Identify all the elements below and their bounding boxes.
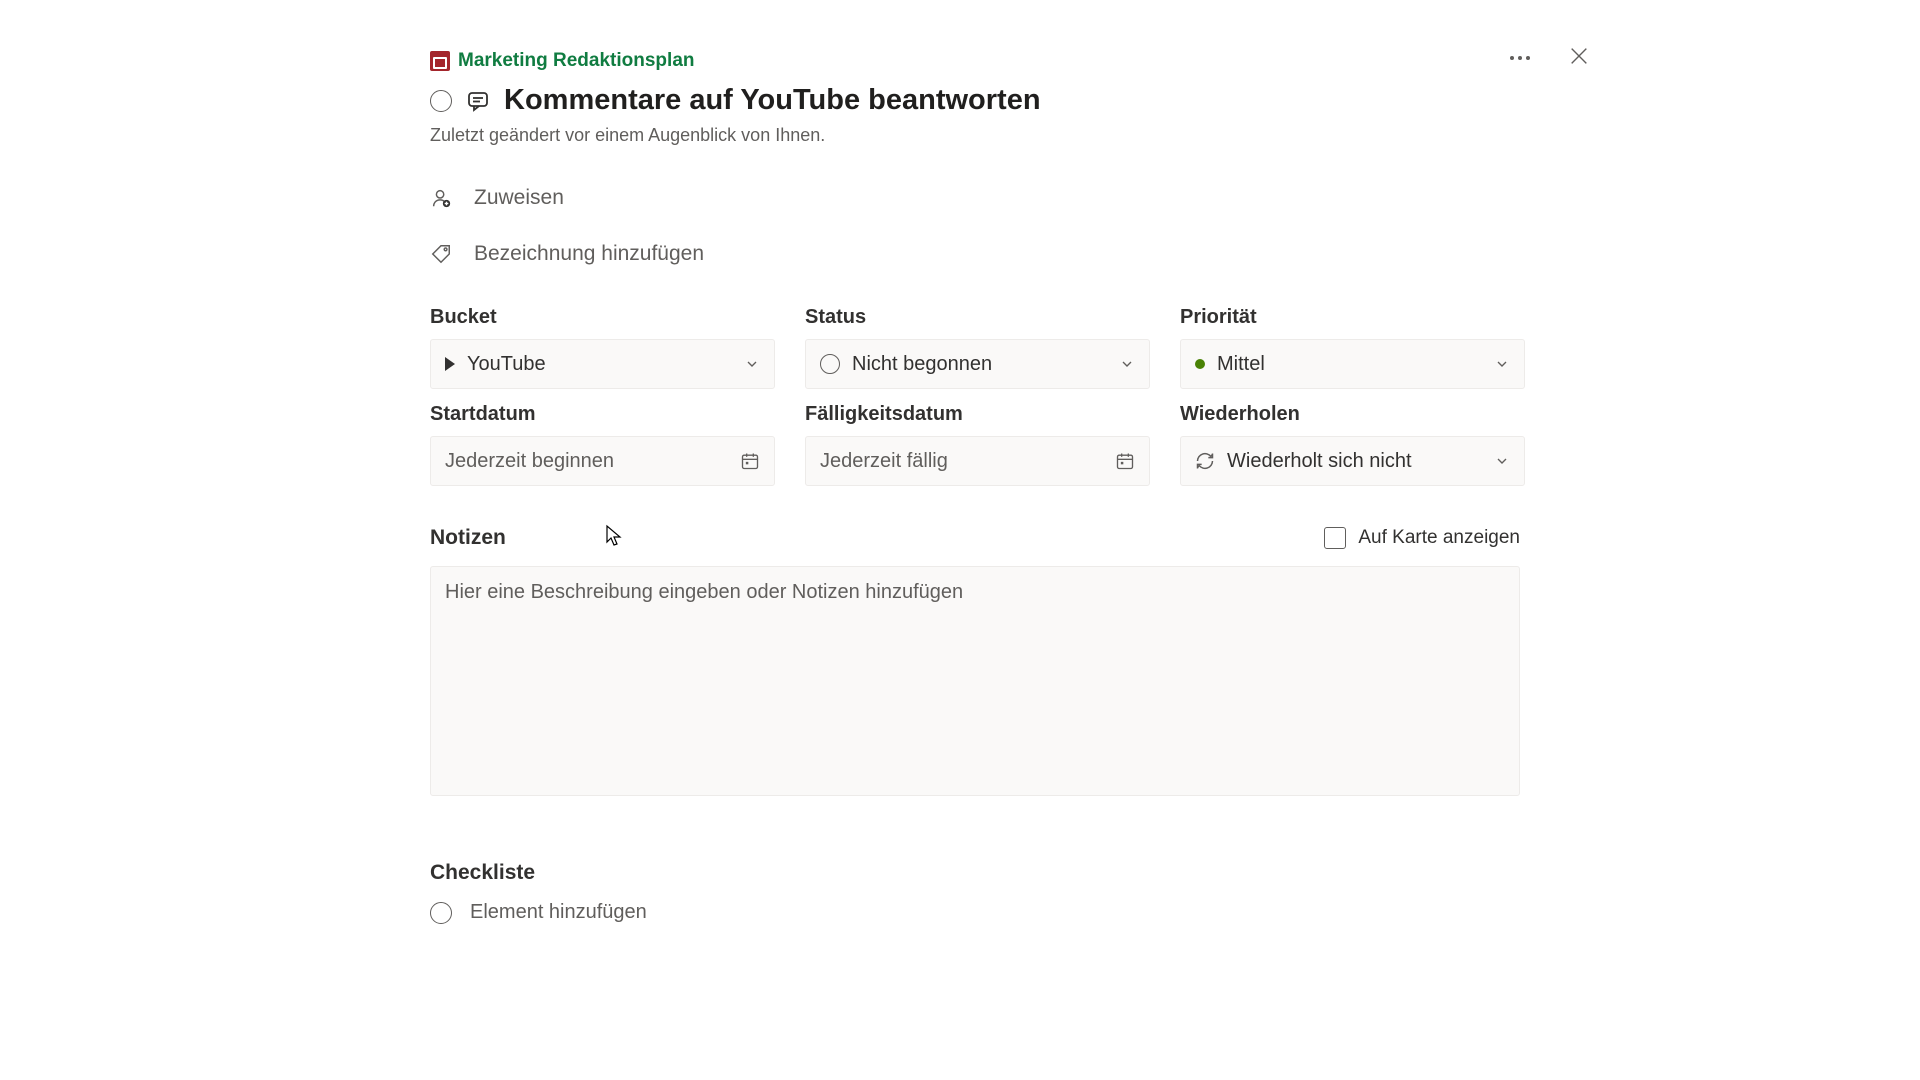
chevron-down-icon [1119,356,1135,372]
bucket-field: Bucket YouTube [430,306,775,389]
priority-field: Priorität Mittel [1180,306,1525,389]
start-date-input[interactable]: Jederzeit beginnen [430,436,775,486]
status-label: Status [805,306,1150,329]
repeat-field: Wiederholen Wiederholt sich nicht [1180,403,1525,486]
due-date-placeholder: Jederzeit fällig [820,450,1115,473]
more-icon [1526,56,1530,60]
tag-icon [430,243,452,265]
calendar-icon [1115,451,1135,471]
status-circle-icon [820,354,840,374]
add-label-text: Bezeichnung hinzufügen [474,242,704,266]
due-date-label: Fälligkeitsdatum [805,403,1150,426]
due-date-input[interactable]: Jederzeit fällig [805,436,1150,486]
priority-dot-icon [1195,359,1205,369]
add-checklist-item[interactable]: Element hinzufügen [430,901,1520,924]
close-button[interactable] [1568,45,1590,71]
show-on-card-label: Auf Karte anzeigen [1358,527,1520,549]
chevron-down-icon [1494,356,1510,372]
status-value: Nicht begonnen [852,353,992,376]
chevron-down-icon [744,356,760,372]
bucket-value: YouTube [467,353,546,376]
last-modified-text: Zuletzt geändert vor einem Augenblick vo… [430,125,1520,146]
checkbox-icon [1324,527,1346,549]
repeat-icon [1195,451,1215,471]
start-date-label: Startdatum [430,403,775,426]
add-label-button[interactable]: Bezeichnung hinzufügen [430,242,1520,266]
repeat-value: Wiederholt sich nicht [1227,450,1412,473]
plan-breadcrumb[interactable]: Marketing Redaktionsplan [430,50,1520,72]
assign-person-icon [430,187,452,209]
priority-label: Priorität [1180,306,1525,329]
close-icon [1568,45,1590,67]
repeat-label: Wiederholen [1180,403,1525,426]
checklist-title: Checkliste [430,861,1520,885]
plan-name: Marketing Redaktionsplan [458,50,695,72]
bucket-dropdown[interactable]: YouTube [430,339,775,389]
status-dropdown[interactable]: Nicht begonnen [805,339,1150,389]
start-date-placeholder: Jederzeit beginnen [445,450,740,473]
notes-textarea[interactable] [430,566,1520,796]
priority-value: Mittel [1217,353,1265,376]
task-title[interactable]: Kommentare auf YouTube beantworten [504,84,1041,117]
start-date-field: Startdatum Jederzeit beginnen [430,403,775,486]
add-item-label: Element hinzufügen [470,901,647,924]
status-field: Status Nicht begonnen [805,306,1150,389]
calendar-icon [740,451,760,471]
plan-icon [430,51,450,71]
assign-button[interactable]: Zuweisen [430,186,1520,210]
bucket-label: Bucket [430,306,775,329]
show-on-card-checkbox[interactable]: Auf Karte anzeigen [1324,527,1520,549]
priority-dropdown[interactable]: Mittel [1180,339,1525,389]
play-icon [445,357,455,371]
checklist-circle-icon [430,902,452,924]
due-date-field: Fälligkeitsdatum Jederzeit fällig [805,403,1150,486]
chevron-down-icon [1494,453,1510,469]
repeat-dropdown[interactable]: Wiederholt sich nicht [1180,436,1525,486]
comment-icon [466,89,490,113]
assign-label: Zuweisen [474,186,564,210]
complete-task-toggle[interactable] [430,90,452,112]
notes-title: Notizen [430,526,506,550]
